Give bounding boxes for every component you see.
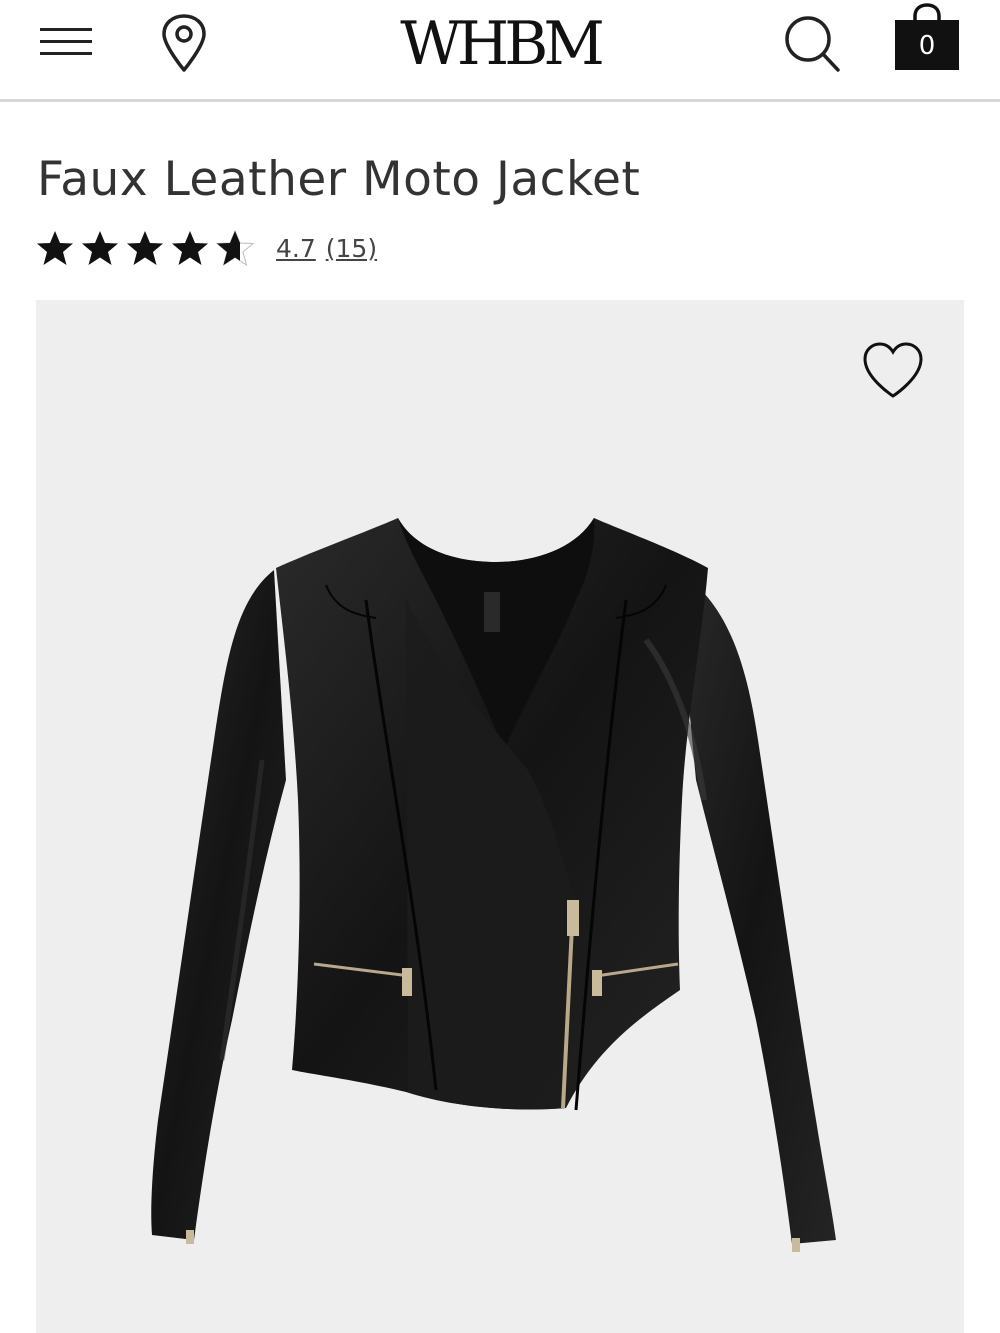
menu-button[interactable] bbox=[38, 22, 96, 62]
store-locator-button[interactable] bbox=[158, 12, 210, 74]
star-full-icon bbox=[82, 231, 118, 265]
star-full-icon bbox=[37, 231, 73, 265]
product-image[interactable] bbox=[36, 300, 964, 1333]
jacket-image bbox=[151, 518, 836, 1252]
search-button[interactable] bbox=[780, 10, 844, 74]
star-full-icon bbox=[127, 231, 163, 265]
rating-value-link[interactable]: 4.7 bbox=[276, 234, 316, 263]
brand-logo[interactable]: WHBM bbox=[380, 8, 620, 80]
product-title: Faux Leather Moto Jacket bbox=[37, 152, 641, 207]
star-full-icon bbox=[172, 231, 208, 265]
bag-count-badge: 0 bbox=[918, 31, 936, 61]
hamburger-menu-icon bbox=[40, 28, 92, 55]
rating-stars bbox=[35, 228, 260, 268]
wishlist-button[interactable] bbox=[860, 338, 926, 404]
search-icon bbox=[785, 16, 840, 72]
site-header: WHBM 0 bbox=[0, 0, 1000, 102]
star-partial-icon bbox=[215, 229, 255, 267]
product-rating[interactable]: 4.7 (15) bbox=[35, 228, 377, 268]
review-count-link[interactable]: (15) bbox=[326, 234, 377, 263]
shopping-bag-button[interactable]: 0 bbox=[892, 2, 962, 72]
location-pin-icon bbox=[162, 14, 206, 72]
heart-icon bbox=[863, 342, 923, 398]
